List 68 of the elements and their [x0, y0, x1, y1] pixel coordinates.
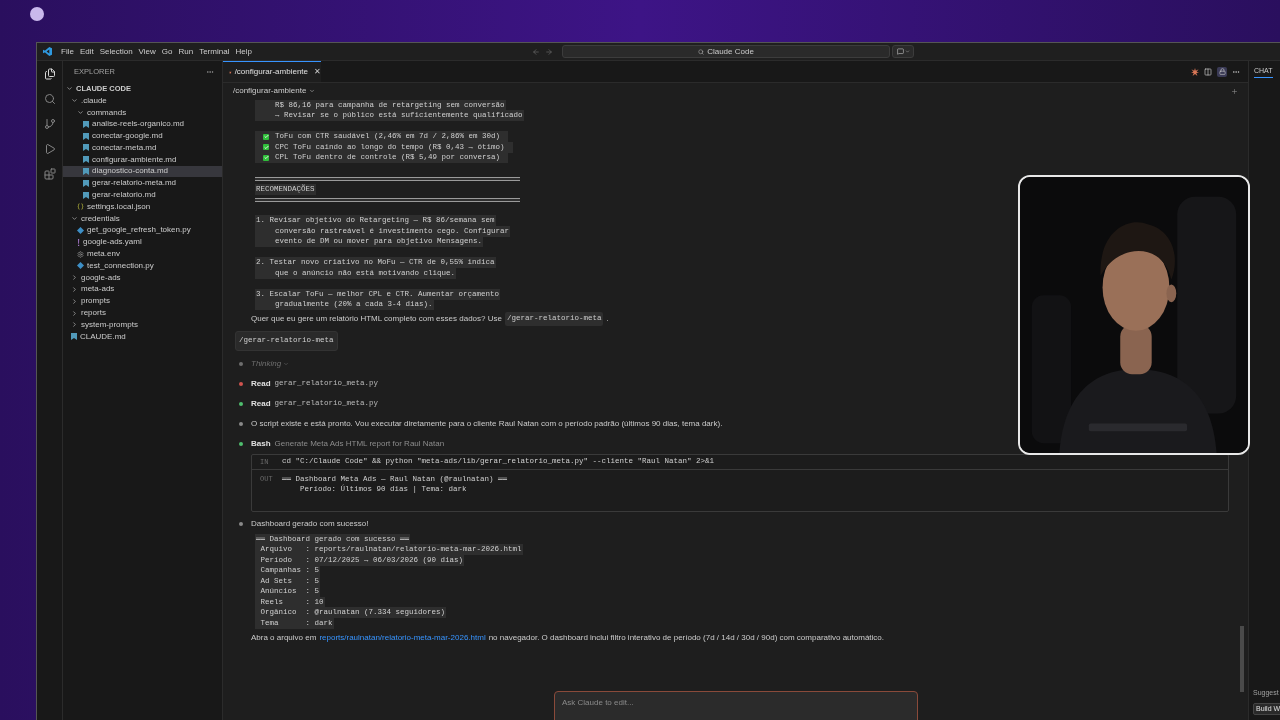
scrollbar-thumb[interactable]: [1240, 626, 1244, 692]
check-icon: [263, 144, 269, 151]
menu-item[interactable]: Help: [232, 45, 255, 58]
message-text: O script existe e está pronto. Vou executar diretamente para o cliente Raul Natan com o período padrão (últimos 90 dias, tema dark).: [251, 418, 723, 430]
lock-button[interactable]: [1217, 66, 1227, 77]
explorer-row[interactable]: configurar-ambiente.md: [63, 153, 222, 166]
extensions-icon[interactable]: [43, 168, 56, 180]
menu-item[interactable]: Terminal: [196, 45, 233, 58]
explorer-row[interactable]: gerar-relatorio-meta.md: [63, 177, 222, 190]
file-link[interactable]: reports/raulnatan/relatorio-meta-mar-2026.html: [319, 631, 486, 644]
add-icon[interactable]: [1231, 87, 1238, 95]
chat-icon: [896, 48, 904, 55]
tool-name: Bash: [251, 438, 271, 450]
folder-row[interactable]: commands: [63, 106, 222, 119]
folder-row[interactable]: prompts: [63, 295, 222, 308]
explorer-row[interactable]: diagnostico-conta.md: [63, 165, 222, 178]
explorer-icon[interactable]: [43, 68, 56, 80]
prompt-field[interactable]: Ask Claude to edit...: [554, 691, 918, 720]
explorer-row[interactable]: settings.local.json: [63, 200, 222, 213]
menu-item[interactable]: Go: [158, 45, 176, 58]
diamond-icon: [77, 226, 84, 234]
chevron-icon: [904, 49, 910, 54]
editor-tab[interactable]: /configurar-ambiente ✕: [223, 61, 321, 82]
file-icon: [71, 333, 77, 341]
thinking-label: Thinking: [251, 358, 282, 370]
folder-row[interactable]: meta-ads: [63, 283, 222, 296]
close-icon[interactable]: ✕: [314, 66, 321, 78]
check-icon: [263, 133, 269, 140]
folder-row[interactable]: google-ads: [63, 271, 222, 284]
split-editor-icon[interactable]: [1204, 67, 1212, 76]
folder-row[interactable]: .claude: [63, 94, 222, 107]
explorer-row[interactable]: conectar-google.md: [63, 130, 222, 142]
explorer-row[interactable]: CLAUDE.md: [63, 330, 222, 343]
chevron-icon: [283, 361, 290, 367]
tool-name: Read: [251, 378, 271, 390]
run-icon[interactable]: [43, 143, 56, 155]
source-control-icon[interactable]: [43, 118, 56, 130]
menu-item[interactable]: Selection: [96, 45, 136, 58]
folder-row[interactable]: reports: [63, 307, 222, 319]
menu-item[interactable]: Run: [175, 45, 197, 58]
chevron-icon: [309, 88, 316, 94]
explorer-row[interactable]: analise-reels-organico.md: [63, 118, 222, 131]
search-field[interactable]: Claude Code: [562, 45, 890, 58]
menu-item[interactable]: File: [58, 45, 77, 58]
diamond-icon: [77, 262, 84, 270]
message-text: Dashboard gerado com sucesso!: [251, 518, 369, 530]
explorer-row[interactable]: gerar-relatorio.md: [63, 189, 222, 201]
explorer-row[interactable]: conectar-meta.md: [63, 142, 222, 154]
chevron-icon: [71, 215, 78, 223]
app-logo-icon: [43, 47, 52, 56]
menu-item[interactable]: View: [135, 45, 159, 58]
folder-row[interactable]: credentials: [63, 212, 222, 225]
explorer-row[interactable]: google-ads.yaml: [63, 236, 222, 249]
search-icon[interactable]: [43, 93, 56, 105]
check-icon: [263, 154, 269, 161]
exclamation-icon: [77, 238, 80, 246]
explorer-row[interactable]: test_connection.py: [63, 259, 222, 272]
chat-button[interactable]: [892, 45, 914, 58]
tool-name: Read: [251, 398, 271, 410]
menu-item[interactable]: Edit: [76, 45, 97, 58]
explorer-row[interactable]: meta.env: [63, 248, 222, 260]
message-text: Abra o arquivo em reports/raulnatan/relatorio-meta-mar-2026.html no navegador. O dashboard inclui filtro interativo de período (7d / 14d / 30d / 90d) com comparativo automático.: [251, 631, 884, 644]
tool-detail: Generate Meta Ads HTML report for Raul Natan: [274, 438, 445, 450]
search-icon: [698, 48, 705, 55]
braces-icon: [77, 203, 84, 211]
explorer-row[interactable]: get_google_refresh_token.py: [63, 224, 222, 237]
more-icon[interactable]: [206, 68, 214, 76]
folder-row[interactable]: system-prompts: [63, 318, 222, 331]
